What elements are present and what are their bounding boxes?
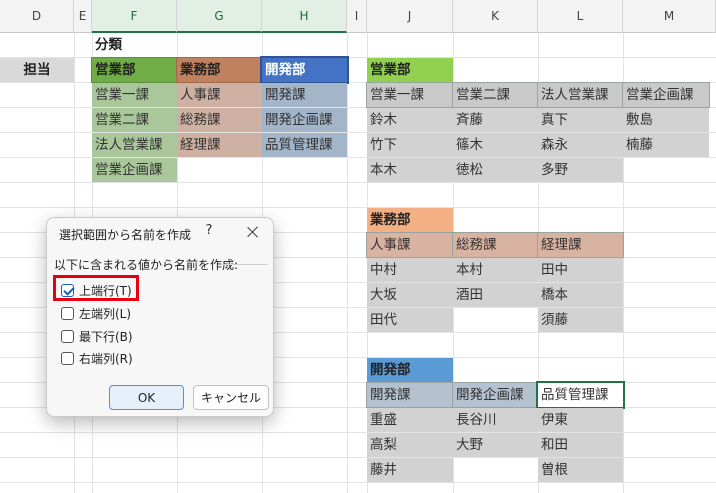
block-title-business[interactable]: 業務部	[367, 208, 453, 232]
dev-member[interactable]: 長谷川	[453, 408, 538, 432]
cancel-button[interactable]: キャンセル	[193, 385, 269, 410]
left-business-item[interactable]: 経理課	[177, 133, 262, 157]
business-member[interactable]: 本村	[453, 258, 538, 282]
sales-member[interactable]: 徳松	[453, 158, 538, 182]
block-title-dev[interactable]: 開発部	[367, 358, 453, 382]
left-header-business[interactable]: 業務部	[176, 57, 263, 83]
dev-member[interactable]: 大野	[453, 433, 538, 457]
dev-member[interactable]: 藤井	[367, 458, 453, 482]
sales-member[interactable]: 篠木	[453, 133, 538, 157]
dialog-title: 選択範囲から名前を作成	[59, 228, 192, 242]
business-member[interactable]: 田代	[367, 308, 453, 332]
left-header-sales[interactable]: 営業部	[91, 57, 178, 83]
dev-member[interactable]: 和田	[538, 433, 623, 457]
help-icon[interactable]: ?	[201, 223, 217, 238]
left-business-item[interactable]: 総務課	[177, 108, 262, 132]
sales-head[interactable]: 法人営業課	[537, 82, 624, 108]
left-sales-item[interactable]: 営業企画課	[92, 158, 177, 182]
checkbox-icon[interactable]	[61, 329, 74, 343]
left-sales-item[interactable]: 法人営業課	[92, 133, 177, 157]
business-head[interactable]: 人事課	[366, 232, 454, 258]
business-member[interactable]: 須藤	[538, 308, 623, 332]
sales-head[interactable]: 営業二課	[452, 82, 539, 108]
left-sales-item[interactable]: 営業一課	[92, 83, 177, 107]
sales-member[interactable]: 斉藤	[453, 108, 538, 132]
dev-head[interactable]: 開発企画課	[452, 382, 539, 408]
business-member[interactable]: 酒田	[453, 283, 538, 307]
sales-member[interactable]: 楠藤	[623, 133, 709, 157]
block-title-sales[interactable]: 営業部	[367, 58, 453, 82]
left-header-dev[interactable]: 開発部	[260, 56, 349, 84]
sales-member[interactable]: 森永	[538, 133, 623, 157]
highlight-box	[53, 275, 139, 301]
left-sales-item[interactable]: 営業二課	[92, 108, 177, 132]
dev-head-active[interactable]: 品質管理課	[536, 381, 625, 409]
checkbox-icon[interactable]	[61, 351, 74, 365]
business-member[interactable]: 大坂	[367, 283, 453, 307]
column-header-d[interactable]: D	[0, 0, 74, 33]
column-header-i[interactable]: I	[347, 0, 367, 33]
sales-member[interactable]: 敷島	[623, 108, 709, 132]
column-header-k[interactable]: K	[453, 0, 538, 33]
option-group-label: 以下に含まれる値から名前を作成:	[54, 258, 239, 272]
category-label: 分類	[95, 37, 122, 53]
business-member[interactable]: 田中	[538, 258, 623, 282]
create-names-dialog: 選択範囲から名前を作成 ? 以下に含まれる値から名前を作成: 上端行(T) 左端…	[46, 217, 274, 417]
option-label: 右端列(R)	[79, 351, 133, 366]
column-header-g[interactable]: G	[177, 0, 262, 33]
column-header-h[interactable]: H	[262, 0, 347, 33]
sales-member[interactable]: 本木	[367, 158, 453, 182]
option-label: 最下行(B)	[79, 329, 133, 344]
dev-member[interactable]: 曽根	[538, 458, 623, 482]
dev-member[interactable]: 高梨	[367, 433, 453, 457]
checkbox-icon[interactable]	[61, 306, 74, 320]
dev-head[interactable]: 開発課	[366, 382, 454, 408]
dev-member[interactable]: 重盛	[367, 408, 453, 432]
left-dev-item[interactable]: 開発企画課	[262, 108, 347, 132]
dev-member[interactable]: 伊東	[538, 408, 623, 432]
sales-member[interactable]: 真下	[538, 108, 623, 132]
business-head[interactable]: 経理課	[537, 232, 624, 258]
column-header-e[interactable]: E	[74, 0, 92, 33]
group-divider	[222, 264, 268, 265]
sales-head[interactable]: 営業企画課	[622, 82, 710, 108]
option-right-column[interactable]: 右端列(R)	[61, 349, 133, 367]
option-label: 左端列(L)	[79, 306, 132, 321]
left-business-item[interactable]: 人事課	[177, 83, 262, 107]
business-head[interactable]: 総務課	[452, 232, 539, 258]
row-label-tanto: 担当	[0, 58, 74, 82]
sales-member[interactable]: 竹下	[367, 133, 453, 157]
option-left-column[interactable]: 左端列(L)	[61, 304, 131, 322]
column-header-f[interactable]: F	[92, 0, 177, 33]
left-dev-item[interactable]: 開発課	[262, 83, 347, 107]
sales-member[interactable]: 鈴木	[367, 108, 453, 132]
option-bottom-row[interactable]: 最下行(B)	[61, 327, 133, 345]
left-dev-item[interactable]: 品質管理課	[262, 133, 347, 157]
column-header-l[interactable]: L	[538, 0, 623, 33]
close-icon[interactable]	[243, 222, 263, 242]
column-header-m[interactable]: M	[623, 0, 716, 33]
ok-button[interactable]: OK	[109, 385, 184, 410]
sales-head[interactable]: 営業一課	[366, 82, 454, 108]
business-member[interactable]: 中村	[367, 258, 453, 282]
business-member[interactable]: 橋本	[538, 283, 623, 307]
column-header-j[interactable]: J	[367, 0, 453, 33]
sales-member[interactable]: 多野	[538, 158, 623, 182]
